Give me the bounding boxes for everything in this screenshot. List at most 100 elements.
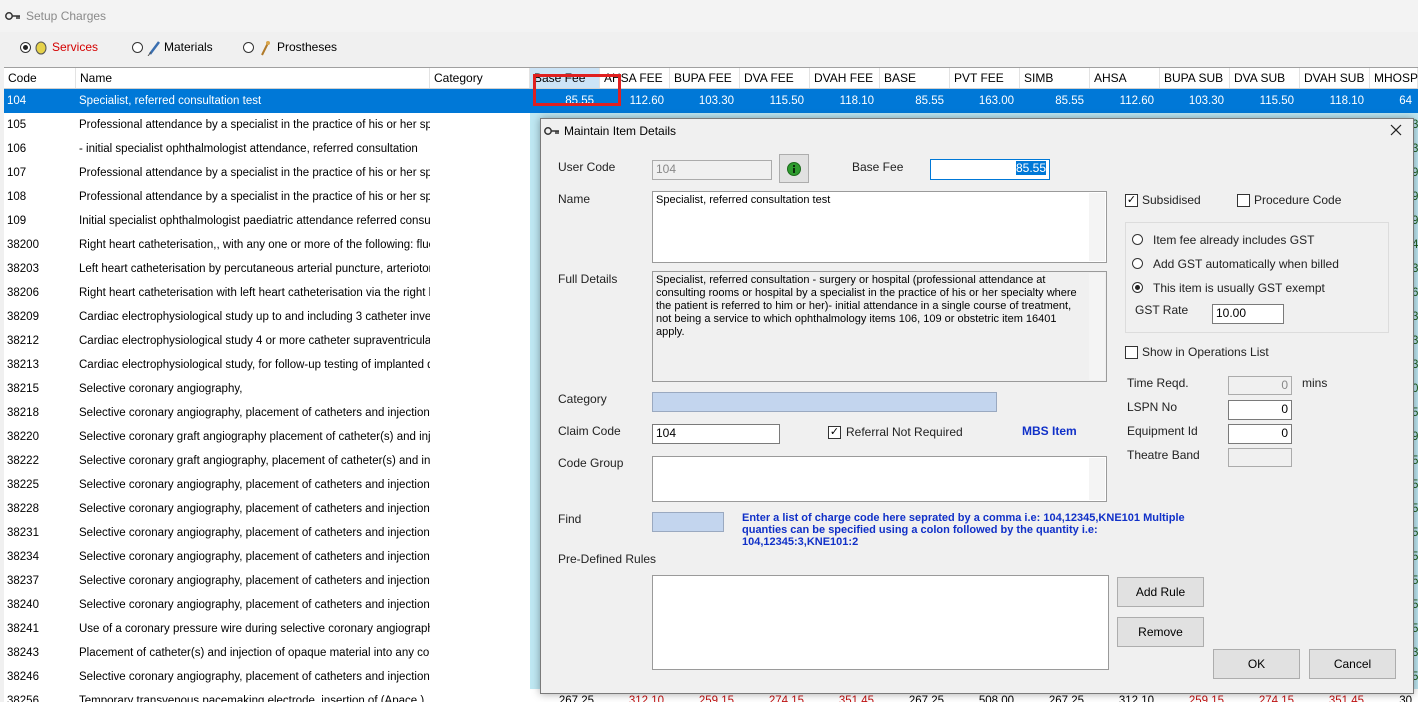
- rules-list[interactable]: [652, 575, 1109, 670]
- claim-code-field[interactable]: 104: [652, 424, 780, 444]
- column-header[interactable]: MHOSP: [1370, 68, 1418, 88]
- column-header[interactable]: PVT FEE: [950, 68, 1020, 88]
- user-code-label: User Code: [558, 160, 616, 174]
- cancel-button[interactable]: Cancel: [1309, 649, 1396, 679]
- table-cell: 109: [7, 215, 27, 227]
- column-header[interactable]: Name: [76, 68, 430, 88]
- find-field[interactable]: [652, 512, 724, 532]
- find-label: Find: [558, 512, 582, 526]
- table-cell: 38220: [7, 431, 39, 443]
- mbs-item-link[interactable]: MBS Item: [1022, 424, 1077, 438]
- procedure-code-label: Procedure Code: [1254, 193, 1342, 207]
- table-cell: 118.10: [839, 95, 874, 107]
- category-field[interactable]: [652, 392, 997, 412]
- mins-label: mins: [1302, 376, 1328, 390]
- materials-radio[interactable]: [132, 42, 143, 53]
- table-cell: 38212: [7, 335, 39, 347]
- table-row[interactable]: 104 Specialist, referred consultation tes…: [4, 89, 1418, 113]
- find-hint: Enter a list of charge code here seprate…: [742, 512, 1185, 548]
- column-header[interactable]: Category: [430, 68, 530, 88]
- tab-prostheses[interactable]: Prostheses: [243, 40, 343, 56]
- remove-button[interactable]: Remove: [1117, 617, 1204, 647]
- ok-button[interactable]: OK: [1213, 649, 1300, 679]
- column-header[interactable]: BUPA FEE: [670, 68, 740, 88]
- tab-materials[interactable]: Materials: [132, 40, 222, 56]
- full-details-scrollbar[interactable]: [1089, 273, 1105, 380]
- subsidised-checkbox[interactable]: ✓: [1125, 194, 1138, 207]
- tab-materials-label: Materials: [164, 40, 213, 54]
- equipment-field[interactable]: 0: [1228, 424, 1292, 444]
- column-header[interactable]: DVA SUB: [1230, 68, 1300, 88]
- column-header[interactable]: AHSA: [1090, 68, 1160, 88]
- info-button[interactable]: [779, 154, 809, 183]
- table-cell: 38222: [7, 455, 39, 467]
- gst-rate-field[interactable]: 10.00: [1212, 304, 1284, 324]
- column-header[interactable]: BUPA SUB: [1160, 68, 1230, 88]
- user-code-field[interactable]: 104: [652, 160, 772, 180]
- table-cell: Selective coronary angiography, placemen…: [79, 479, 430, 491]
- charge-type-bar: Services Materials Prostheses: [0, 32, 1418, 66]
- gst-rate-label: GST Rate: [1135, 303, 1189, 317]
- theatre-band-field[interactable]: [1228, 448, 1292, 467]
- table-cell: Specialist, referred consultation test: [79, 95, 262, 107]
- prosthesis-icon: [261, 41, 270, 56]
- tab-services[interactable]: Services: [20, 40, 100, 56]
- referral-checkbox[interactable]: ✓: [828, 426, 841, 439]
- table-cell: 38215: [7, 383, 39, 395]
- table-cell: Professional attendance by a specialist …: [79, 191, 430, 203]
- gst-option-2-radio[interactable]: [1132, 282, 1143, 293]
- time-reqd-field[interactable]: 0: [1228, 376, 1292, 395]
- grid-header: Code Name Category Base Fee AHSA FEE BUPA FEE…: [4, 68, 1418, 89]
- procedure-code-checkbox[interactable]: [1237, 194, 1250, 207]
- table-cell: Selective coronary angiography, placemen…: [79, 503, 430, 515]
- column-header[interactable]: DVAH SUB: [1300, 68, 1370, 88]
- code-group-field[interactable]: [652, 456, 1107, 502]
- table-cell: Cardiac electrophysiological study, for …: [79, 359, 430, 371]
- table-cell: 108: [7, 191, 27, 203]
- table-cell: 38218: [7, 407, 39, 419]
- claim-code-label: Claim Code: [558, 424, 621, 438]
- full-details-field[interactable]: Specialist, referred consultation - surg…: [652, 271, 1107, 382]
- table-cell: 85.55: [1055, 95, 1084, 107]
- add-rule-button[interactable]: Add Rule: [1117, 577, 1204, 607]
- table-cell: 38241: [7, 623, 39, 635]
- table-cell: 64: [1399, 95, 1412, 107]
- table-cell: Selective coronary angiography, placemen…: [79, 599, 430, 611]
- table-cell: 38237: [7, 575, 39, 587]
- gst-option-1-radio[interactable]: [1132, 258, 1143, 269]
- column-header[interactable]: BASE: [880, 68, 950, 88]
- table-cell: 38225: [7, 479, 39, 491]
- table-cell: 38246: [7, 671, 39, 683]
- full-details-value: Specialist, referred consultation - surg…: [656, 274, 1077, 338]
- lspn-field[interactable]: 0: [1228, 400, 1292, 420]
- rules-label: Pre-Defined Rules: [558, 552, 657, 566]
- title-bar: Setup Charges: [0, 0, 1418, 32]
- gst-option-0-label: Item fee already includes GST: [1153, 233, 1315, 247]
- base-fee-field[interactable]: 85.55: [930, 159, 1050, 180]
- column-header[interactable]: DVAH FEE: [810, 68, 880, 88]
- table-cell: Professional attendance by a specialist …: [79, 119, 430, 131]
- close-icon[interactable]: [1390, 124, 1402, 136]
- tab-services-label: Services: [52, 40, 99, 54]
- show-ops-checkbox[interactable]: [1125, 346, 1138, 359]
- table-cell: Selective coronary angiography, placemen…: [79, 407, 430, 419]
- table-cell: Cardiac electrophysiological study 4 or …: [79, 335, 430, 347]
- column-header[interactable]: DVA FEE: [740, 68, 810, 88]
- gst-option-0-radio[interactable]: [1132, 234, 1143, 245]
- table-cell: Initial specialist ophthalmologist paedi…: [79, 215, 430, 227]
- prostheses-radio[interactable]: [243, 42, 254, 53]
- column-header[interactable]: Code: [4, 68, 76, 88]
- table-cell: - initial specialist ophthalmologist att…: [79, 143, 418, 155]
- table-cell: 38231: [7, 527, 39, 539]
- column-header[interactable]: SIMB: [1020, 68, 1090, 88]
- table-cell: Selective coronary graft angiography, pl…: [79, 455, 430, 467]
- code-group-label: Code Group: [558, 456, 624, 470]
- referral-label: Referral Not Required: [846, 425, 963, 439]
- table-cell: Selective coronary angiography, placemen…: [79, 527, 430, 539]
- services-radio[interactable]: [20, 42, 31, 53]
- code-group-scrollbar[interactable]: [1089, 458, 1105, 500]
- table-cell: Right heart catheterisation with left he…: [79, 287, 430, 299]
- name-scrollbar[interactable]: [1089, 193, 1105, 261]
- name-field[interactable]: Specialist, referred consultation test: [652, 191, 1107, 263]
- base-fee-label: Base Fee: [852, 160, 904, 174]
